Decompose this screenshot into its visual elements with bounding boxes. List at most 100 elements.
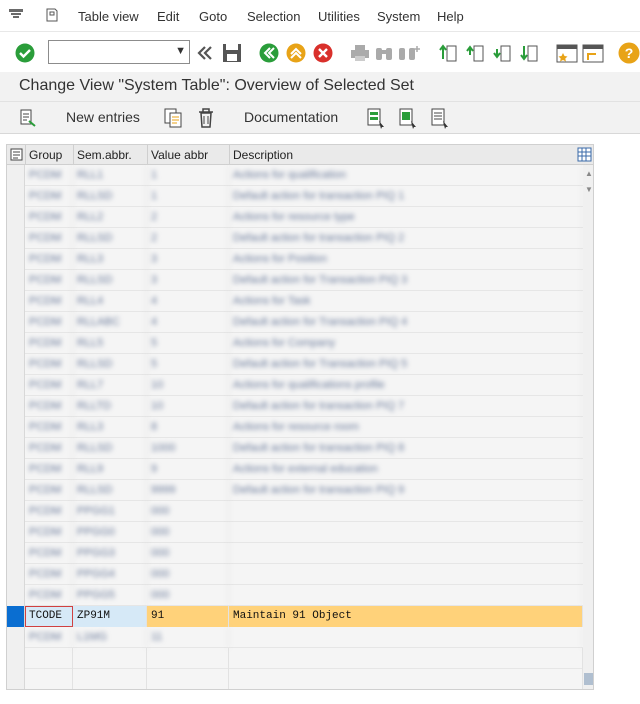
table-row[interactable]: PCDM RLLSD 1000 Default action for transact… — [7, 438, 593, 459]
select-block-icon[interactable] — [398, 107, 418, 129]
cell-group[interactable]: PCDM — [25, 501, 73, 522]
cell-value-abbr[interactable] — [147, 648, 229, 669]
row-selector[interactable] — [7, 333, 25, 354]
cell-description[interactable]: Default action for transaction PIQ 7 — [229, 396, 583, 417]
cell-value-abbr[interactable]: 9 — [147, 459, 229, 480]
cell-value-abbr[interactable]: 000 — [147, 543, 229, 564]
cell-description[interactable]: Default action for Transaction PIQ 3 — [229, 270, 583, 291]
collapse-button[interactable] — [194, 42, 216, 64]
row-selector[interactable] — [7, 354, 25, 375]
cell-group[interactable]: PCDM — [25, 522, 73, 543]
print-button[interactable] — [349, 42, 371, 64]
row-selector[interactable] — [7, 648, 25, 669]
cell-group[interactable] — [25, 669, 73, 689]
next-page-button[interactable] — [492, 42, 514, 64]
table-row[interactable]: PCDM RLL1 1 Actions for qualification — [7, 165, 593, 186]
menu-table-view[interactable]: Table view — [78, 9, 139, 24]
table-row[interactable]: PCDM RLL3 3 Actions for Position — [7, 249, 593, 270]
cell-sem-abbr[interactable] — [73, 648, 147, 669]
cell-value-abbr[interactable]: 1 — [147, 165, 229, 186]
display-change-icon[interactable] — [18, 107, 38, 129]
menu-help[interactable]: Help — [437, 9, 464, 24]
cell-group[interactable] — [25, 648, 73, 669]
cell-description[interactable]: Default action for Transaction PIQ 5 — [229, 354, 583, 375]
cell-description[interactable] — [229, 543, 583, 564]
cell-sem-abbr[interactable]: RLLSD — [73, 480, 147, 501]
delete-icon[interactable] — [196, 107, 216, 129]
table-row[interactable]: PCDM RLLSD 9999 Default action for transact… — [7, 480, 593, 501]
deselect-all-icon[interactable] — [430, 107, 450, 129]
row-selector[interactable] — [7, 627, 25, 648]
row-selector[interactable] — [7, 291, 25, 312]
scroll-thumb[interactable] — [584, 673, 593, 685]
table-row[interactable]: PCDM RLL2 2 Actions for resource type — [7, 207, 593, 228]
cell-description[interactable]: Default action for transaction PIQ 1 — [229, 186, 583, 207]
cell-group[interactable]: PCDM — [25, 417, 73, 438]
cell-value-abbr[interactable]: 3 — [147, 249, 229, 270]
menu-goto[interactable]: Goto — [199, 9, 227, 24]
cell-description[interactable] — [229, 522, 583, 543]
cell-value-abbr[interactable]: 11 — [147, 627, 229, 648]
cell-sem-abbr[interactable]: RLL1 — [73, 165, 147, 186]
copy-icon[interactable] — [163, 107, 183, 129]
cell-value-abbr[interactable]: 10 — [147, 375, 229, 396]
row-selector[interactable] — [7, 396, 25, 417]
cell-description[interactable] — [229, 564, 583, 585]
cell-sem-abbr[interactable]: RLLSD — [73, 270, 147, 291]
cell-sem-abbr[interactable]: RLLSD — [73, 438, 147, 459]
row-selector[interactable] — [7, 669, 25, 689]
cell-group[interactable]: PCDM — [25, 480, 73, 501]
cell-group[interactable]: PCDM — [25, 207, 73, 228]
cell-description[interactable]: Actions for Position — [229, 249, 583, 270]
cell-value-abbr[interactable]: 000 — [147, 522, 229, 543]
col-header-description[interactable]: Description — [233, 148, 293, 162]
cell-group[interactable]: PCDM — [25, 333, 73, 354]
documentation-button[interactable]: Documentation — [244, 109, 338, 125]
cell-description[interactable] — [229, 585, 583, 606]
row-selector[interactable] — [7, 501, 25, 522]
cell-value-abbr[interactable]: 3 — [147, 270, 229, 291]
table-settings-icon[interactable] — [577, 147, 592, 162]
row-selector[interactable] — [7, 249, 25, 270]
cell-group[interactable]: PCDM — [25, 270, 73, 291]
table-row[interactable]: PCDM PPGG5 000 — [7, 585, 593, 606]
cell-sem-abbr[interactable]: RLLSD — [73, 228, 147, 249]
row-selector[interactable] — [7, 459, 25, 480]
cell-description[interactable]: Actions for resource room — [229, 417, 583, 438]
cell-value-abbr[interactable]: 5 — [147, 354, 229, 375]
row-selector[interactable] — [7, 207, 25, 228]
menu-selection[interactable]: Selection — [247, 9, 300, 24]
cell-description[interactable]: Actions for Company — [229, 333, 583, 354]
cell-description[interactable]: Actions for qualification — [229, 165, 583, 186]
cell-group[interactable]: PCDM — [25, 291, 73, 312]
select-all-rows-icon[interactable] — [10, 148, 23, 161]
cell-sem-abbr[interactable]: RLLSD — [73, 186, 147, 207]
cell-value-abbr[interactable]: 9999 — [147, 480, 229, 501]
cell-sem-abbr[interactable] — [73, 669, 147, 689]
table-row[interactable] — [7, 669, 593, 689]
cell-sem-abbr[interactable]: PPGG5 — [73, 585, 147, 606]
table-row[interactable]: PCDM RLLABC 4 Default action for Transactio… — [7, 312, 593, 333]
back-button[interactable] — [258, 42, 280, 64]
cell-value-abbr[interactable]: 000 — [147, 501, 229, 522]
cell-description[interactable]: Default action for transaction PIQ 2 — [229, 228, 583, 249]
find-next-button[interactable] — [398, 42, 420, 64]
cell-sem-abbr[interactable]: RLL9 — [73, 459, 147, 480]
cell-value-abbr[interactable]: 2 — [147, 228, 229, 249]
cell-group[interactable]: PCDM — [25, 459, 73, 480]
row-selector[interactable] — [7, 312, 25, 333]
cell-group[interactable]: PCDM — [25, 627, 73, 648]
cell-group[interactable]: PCDM — [25, 186, 73, 207]
row-selector[interactable] — [7, 585, 25, 606]
cell-group[interactable]: PCDM — [25, 249, 73, 270]
cell-description[interactable]: Actions for external education — [229, 459, 583, 480]
cell-description[interactable] — [229, 501, 583, 522]
row-selector[interactable] — [7, 186, 25, 207]
cell-description[interactable]: Actions for Task — [229, 291, 583, 312]
cell-group[interactable]: PCDM — [25, 564, 73, 585]
row-selector[interactable] — [7, 543, 25, 564]
row-selector[interactable] — [7, 228, 25, 249]
menu-utilities[interactable]: Utilities — [318, 9, 360, 24]
row-selector[interactable] — [7, 606, 25, 627]
cell-sem-abbr[interactable]: RLL4 — [73, 291, 147, 312]
